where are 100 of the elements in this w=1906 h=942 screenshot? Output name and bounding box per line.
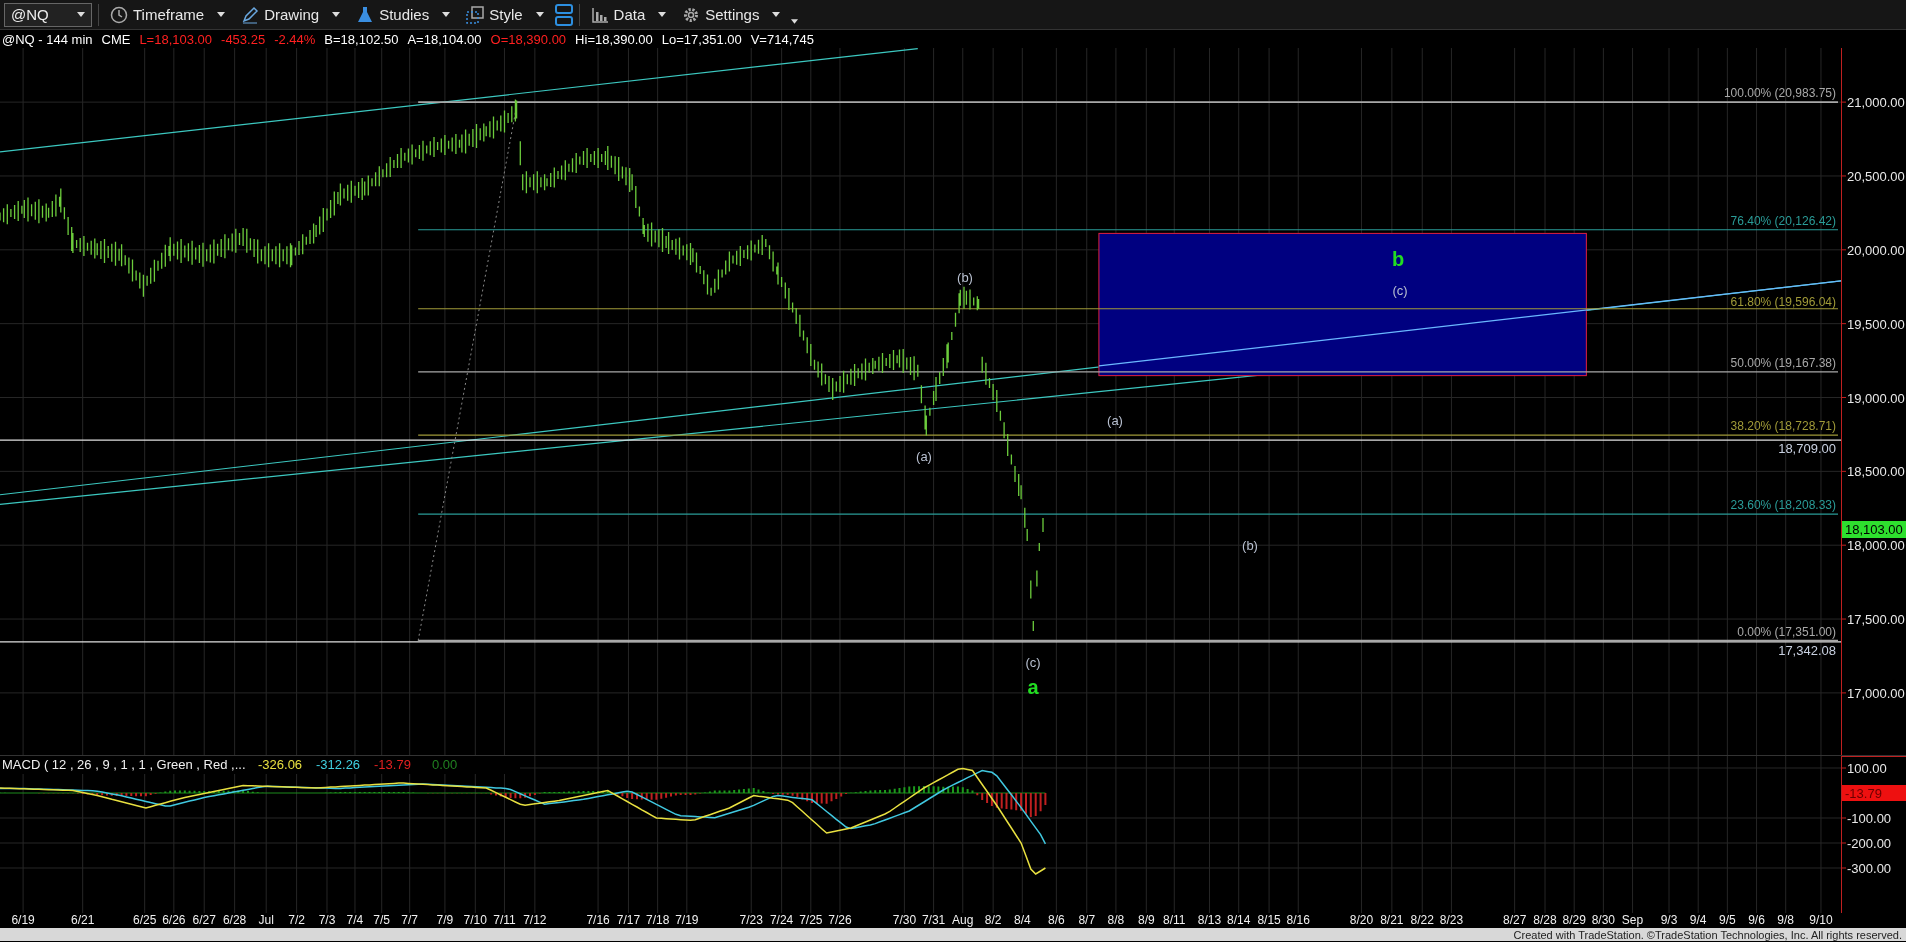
date-axis-label: 7/11 (493, 913, 516, 927)
date-axis-label: 8/29 (1562, 913, 1586, 927)
date-axis-label: 7/25 (799, 913, 823, 927)
date-axis-label: 7/24 (769, 913, 794, 927)
quote-field: B=18,102.50 (324, 31, 399, 47)
toolbar-menu-button[interactable]: Timeframe (105, 3, 231, 26)
pen-icon (241, 5, 260, 24)
quote-field: L=18,103.00 (139, 31, 213, 47)
date-axis-label: 7/5 (373, 913, 391, 927)
price-axis-label: 19,500.00 (1847, 316, 1905, 332)
toolbar-menu-button[interactable]: Data (585, 3, 672, 26)
caret-icon (332, 12, 341, 17)
toolbar-menu-button[interactable]: Style (461, 3, 549, 26)
date-axis-label: 8/7 (1078, 913, 1096, 927)
date-axis-label: 8/21 (1380, 913, 1404, 927)
price-axis-label: 20,500.00 (1847, 168, 1905, 184)
panels-icon[interactable] (554, 3, 573, 26)
quote-field: @NQ - 144 min (2, 31, 93, 47)
wave-label: (a) (1107, 412, 1123, 428)
date-axis-label: 7/30 (892, 913, 917, 927)
caret-icon (217, 12, 226, 17)
macd-axis-label: 100.00 (1847, 761, 1887, 776)
last-price-badge: 18,103.00 (1842, 521, 1906, 538)
wave-label: (b) (957, 269, 973, 285)
copyright-text: Created with TradeStation. ©TradeStation Technologies, Inc. All rights reserved. (1513, 928, 1902, 941)
date-axis-label: 6/28 (222, 913, 247, 927)
toolbar-menu-button[interactable]: Drawing (236, 3, 346, 26)
wave-label: (a) (916, 448, 932, 464)
date-axis-label: 7/9 (436, 913, 454, 927)
date-axis-label: 7/12 (523, 913, 547, 927)
date-axis-label: 7/7 (401, 913, 418, 927)
date-axis-label: 8/8 (1107, 913, 1125, 927)
price-axis-label: 17,500.00 (1847, 612, 1905, 628)
price-axis-label: 19,000.00 (1847, 390, 1905, 406)
squares-icon (466, 5, 485, 24)
price-axis-label: 17,000.00 (1847, 685, 1905, 701)
date-axis-label: 7/18 (645, 913, 670, 927)
indicator-title: MACD ( 12 , 26 , 9 , 1 , 1 , Green , Red ,... (2, 757, 246, 772)
fib-level-label: 61.80% (19,596.04) (1730, 294, 1836, 309)
caret-icon (535, 12, 544, 17)
fib-level-label: 50.00% (19,167.38) (1730, 355, 1836, 370)
date-axis-label: 9/10 (1809, 913, 1833, 927)
symbol-field[interactable]: @NQ (4, 2, 92, 27)
line-price-label: 17,342.08 (1778, 642, 1836, 658)
date-axis-label: Jul (258, 913, 274, 927)
indicator-value: 0.00 (432, 757, 458, 772)
date-axis-label: 8/14 (1227, 913, 1251, 927)
wave-label: a (1027, 676, 1039, 698)
quote-field: O=18,390.00 (490, 31, 567, 47)
date-axis-label: 9/6 (1748, 913, 1765, 927)
date-axis-label: 6/25 (133, 913, 157, 927)
settings-icon (682, 5, 701, 24)
date-axis-label: 7/4 (346, 913, 364, 927)
date-axis-label: 7/31 (921, 913, 946, 927)
date-axis-label: 7/17 (616, 913, 641, 927)
price-axis-label: 18,000.00 (1847, 538, 1905, 554)
date-axis-label: 9/3 (1660, 913, 1678, 927)
overflow-caret-icon[interactable] (791, 19, 799, 24)
quote-field: Hi=18,390.00 (575, 31, 653, 47)
clock-icon (110, 5, 128, 24)
quote-field: CME (101, 31, 131, 47)
date-axis-label: 7/23 (739, 913, 763, 927)
macd-axis-label: -300.00 (1847, 861, 1892, 876)
date-axis-label: 6/19 (11, 913, 35, 927)
fib-level-label: 76.40% (20,126.42) (1730, 213, 1836, 228)
indicator-value: -13.79 (374, 757, 411, 772)
toolbar-menu-button[interactable]: Studies (351, 3, 456, 26)
date-axis-label: 8/23 (1439, 913, 1464, 927)
caret-icon (442, 12, 451, 17)
bar-chart-icon (590, 5, 609, 24)
toolbar-menu-button[interactable]: Settings (677, 3, 786, 26)
fib-level-label: 0.00% (17,351.00) (1737, 624, 1836, 639)
fib-level-label: 100.00% (20,983.75) (1723, 86, 1836, 101)
date-axis-label: 8/9 (1137, 913, 1155, 927)
price-axis-label: 21,000.00 (1847, 95, 1905, 111)
date-axis-label: 7/3 (318, 913, 336, 927)
price-axis-label: 20,000.00 (1847, 242, 1905, 258)
date-axis-label: 7/19 (675, 913, 699, 927)
date-axis-label: 9/4 (1689, 913, 1707, 927)
wave-label: (b) (1242, 537, 1258, 553)
price-axis-label: 18,500.00 (1847, 464, 1905, 480)
date-axis-label: 7/26 (828, 913, 852, 927)
date-axis-label: 8/27 (1502, 913, 1527, 927)
date-axis-label: 6/26 (162, 913, 186, 927)
date-axis-label: 8/28 (1533, 913, 1557, 927)
quote-field: A=18,104.00 (407, 31, 482, 47)
date-axis-label: Sep (1621, 913, 1644, 927)
date-axis-label: 8/13 (1197, 913, 1222, 927)
flask-icon (356, 5, 375, 24)
quote-field: V=714,745 (750, 31, 814, 47)
date-axis-label: 6/27 (192, 913, 216, 927)
quote-field: Lo=17,351.00 (661, 31, 742, 47)
indicator-value: -326.06 (258, 757, 303, 772)
date-axis-label: 8/6 (1048, 913, 1065, 927)
date-axis-label: 9/5 (1719, 913, 1736, 927)
caret-icon (77, 12, 85, 17)
caret-icon (772, 12, 781, 17)
fib-level-label: 23.60% (18,208.33) (1730, 498, 1836, 513)
wave-label: (c) (1025, 654, 1041, 670)
date-axis-label: 6/21 (71, 913, 95, 927)
